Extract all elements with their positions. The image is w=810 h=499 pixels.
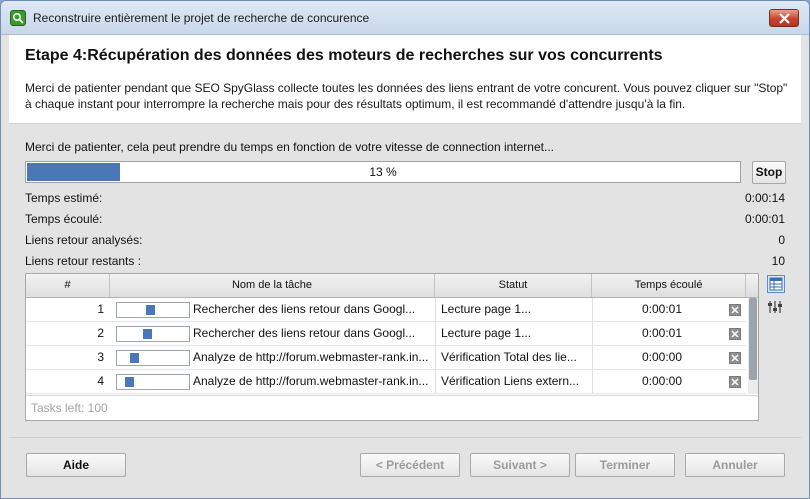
row-progress-bar — [116, 350, 190, 366]
row-status: Vérification Total des lie... — [441, 350, 577, 364]
dialog-window: Reconstruire entièrement le projet de re… — [0, 0, 810, 499]
row-progress-bar — [116, 302, 190, 318]
step-title: Etape 4:Récupération des données des mot… — [25, 47, 663, 64]
estimated-time-value: 0:00:14 — [744, 191, 785, 205]
close-icon — [731, 330, 739, 338]
column-settings-button[interactable] — [767, 299, 785, 317]
close-button[interactable] — [769, 9, 799, 27]
row-progress-bar — [116, 374, 190, 390]
row-status: Vérification Liens extern... — [441, 374, 580, 388]
step-description: Merci de patienter pendant que SEO SpyGl… — [25, 81, 788, 111]
next-button[interactable]: Suivant > — [470, 453, 570, 477]
table-scrollbar[interactable] — [748, 298, 758, 394]
close-icon — [779, 13, 790, 24]
row-number: 2 — [97, 326, 104, 340]
table-row[interactable]: 3 Analyze de http://forum.webmaster-rank… — [26, 346, 746, 370]
table-row[interactable]: 4 Analyze de http://forum.webmaster-rank… — [26, 370, 746, 394]
overall-progress-bar: 13 % — [25, 161, 741, 183]
row-number: 3 — [97, 350, 104, 364]
step-header: Etape 4:Récupération des données des mot… — [9, 35, 801, 123]
footer-divider — [9, 437, 801, 438]
column-settings-icon — [768, 301, 782, 313]
window-title: Reconstruire entièrement le projet de re… — [33, 11, 370, 25]
header-divider — [9, 123, 801, 124]
row-progress-fill — [143, 329, 152, 339]
row-elapsed-time: 0:00:01 — [641, 302, 683, 316]
table-row[interactable]: 2 Rechercher des liens retour dans Googl… — [26, 322, 746, 346]
table-view-icon — [769, 277, 783, 291]
wait-message: Merci de patienter, cela peut prendre du… — [25, 140, 554, 154]
remove-task-button[interactable] — [729, 352, 741, 364]
column-header-number[interactable]: # — [26, 274, 110, 297]
row-elapsed-time: 0:00:00 — [641, 374, 683, 388]
tasks-table: # Nom de la tâche Statut Temps écoulé 1 … — [25, 273, 759, 421]
row-progress-bar — [116, 326, 190, 342]
row-status: Lecture page 1... — [441, 302, 532, 316]
estimated-time-label: Temps estimé: — [25, 191, 103, 205]
row-number: 1 — [97, 302, 104, 316]
remaining-links-value: 10 — [771, 254, 785, 268]
column-header-elapsed-time[interactable]: Temps écoulé — [592, 274, 746, 297]
row-task-name: Analyze de http://forum.webmaster-rank.i… — [193, 374, 429, 388]
row-elapsed-time: 0:00:00 — [641, 350, 683, 364]
table-row[interactable]: 1 Rechercher des liens retour dans Googl… — [26, 298, 746, 322]
column-header-status[interactable]: Statut — [435, 274, 592, 297]
row-number: 4 — [97, 374, 104, 388]
progress-percent: 13 % — [369, 165, 397, 179]
previous-button[interactable]: < Précédent — [360, 453, 460, 477]
row-progress-fill — [146, 305, 155, 315]
row-task-name: Rechercher des liens retour dans Googl..… — [193, 326, 416, 340]
elapsed-time-label: Temps écoulé: — [25, 212, 103, 226]
remaining-links-label: Liens retour restants : — [25, 254, 142, 268]
remove-task-button[interactable] — [729, 376, 741, 388]
cancel-button[interactable]: Annuler — [685, 453, 785, 477]
scrollbar-thumb[interactable] — [749, 298, 757, 380]
elapsed-time-value: 0:00:01 — [744, 212, 785, 226]
app-icon — [10, 10, 26, 26]
remove-task-button[interactable] — [729, 304, 741, 316]
column-header-task-name[interactable]: Nom de la tâche — [110, 274, 435, 297]
table-header: # Nom de la tâche Statut Temps écoulé — [26, 274, 758, 298]
title-bar[interactable]: Reconstruire entièrement le projet de re… — [1, 1, 809, 35]
close-icon — [731, 354, 739, 362]
row-status: Lecture page 1... — [441, 326, 532, 340]
analyzed-links-value: 0 — [778, 233, 785, 247]
close-icon — [731, 306, 739, 314]
remove-task-button[interactable] — [729, 328, 741, 340]
analyzed-links-label: Liens retour analysés: — [25, 233, 143, 247]
row-progress-fill — [125, 377, 134, 387]
help-button[interactable]: Aide — [26, 453, 126, 477]
finish-button[interactable]: Terminer — [575, 453, 675, 477]
stop-button[interactable]: Stop — [752, 161, 786, 184]
table-view-button[interactable] — [767, 275, 785, 293]
row-progress-fill — [130, 353, 139, 363]
row-task-name: Rechercher des liens retour dans Googl..… — [193, 302, 416, 316]
row-elapsed-time: 0:00:01 — [641, 326, 683, 340]
tasks-left-status: Tasks left: 100 — [26, 395, 758, 420]
row-task-name: Analyze de http://forum.webmaster-rank.i… — [193, 350, 429, 364]
close-icon — [731, 378, 739, 386]
